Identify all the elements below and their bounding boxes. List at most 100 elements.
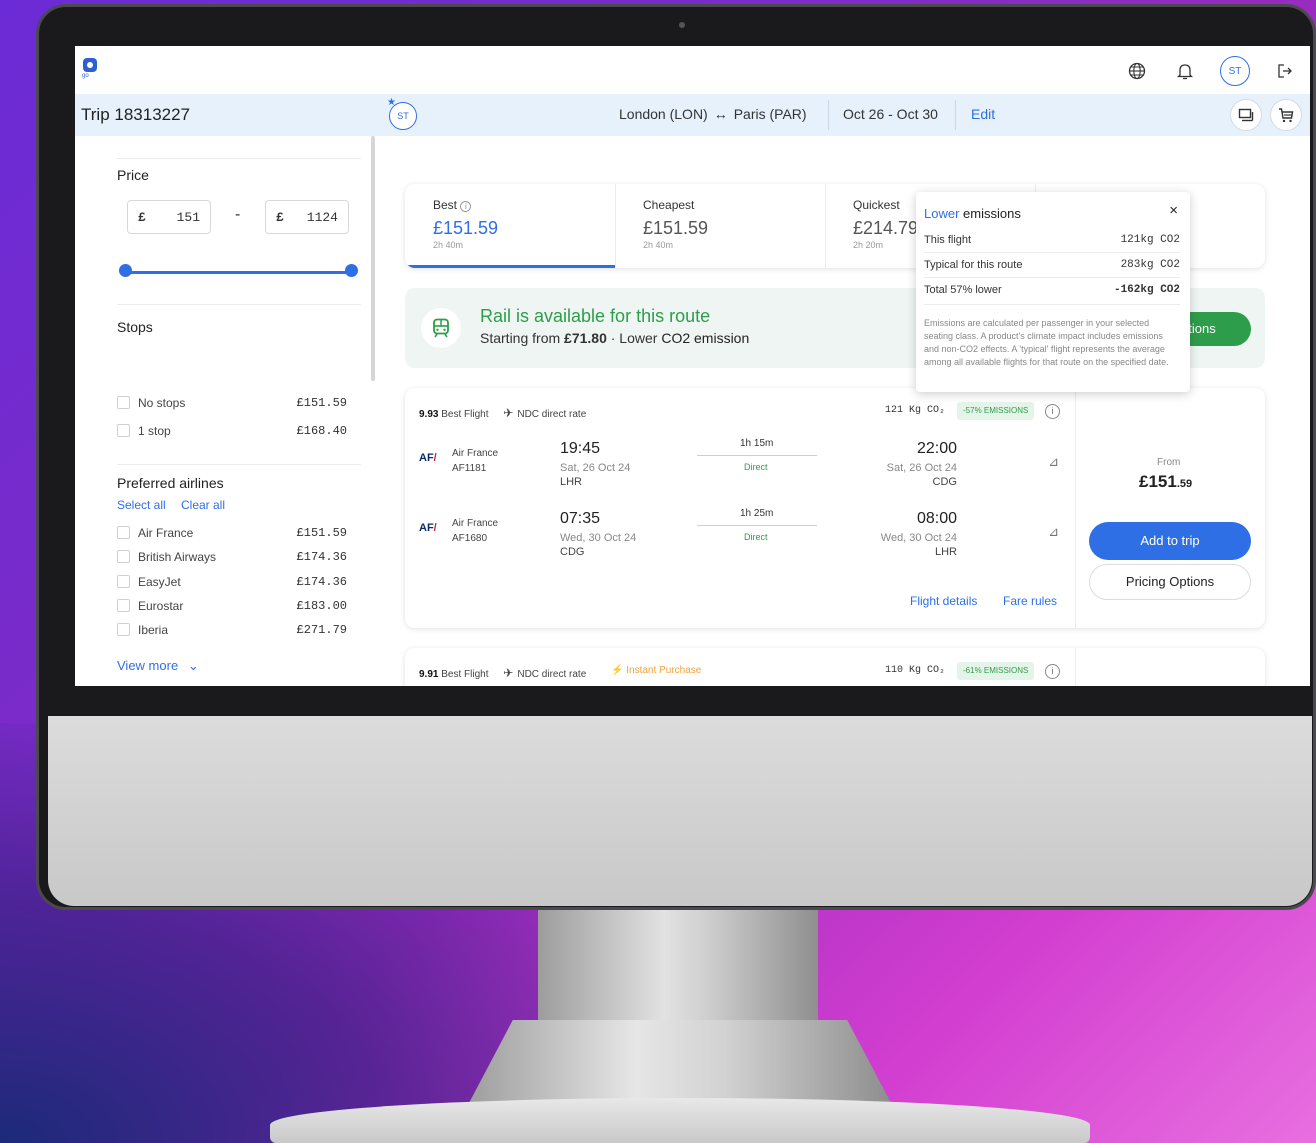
divider <box>117 158 361 159</box>
co2-value: 110 Kg CO₂ <box>885 665 946 676</box>
star-icon: ★ <box>387 97 396 108</box>
airline-option[interactable]: Eurostar £183.00 <box>117 597 347 615</box>
close-icon[interactable]: × <box>1169 202 1178 219</box>
from-label: From <box>1157 457 1181 468</box>
airline-info: Air France AF1181 <box>452 446 498 476</box>
price-slider-max-handle[interactable] <box>345 264 358 277</box>
price-slider-track[interactable] <box>125 271 353 274</box>
price-slider-min-handle[interactable] <box>119 264 132 277</box>
add-to-trip-button[interactable]: Add to trip <box>1089 522 1251 560</box>
trip-avatar-initials: ST <box>397 111 409 121</box>
tooltip-title: Lower emissions <box>924 206 1021 221</box>
checkbox[interactable] <box>117 574 130 588</box>
option-price: £271.79 <box>296 623 347 638</box>
departure-airport: CDG <box>560 546 585 558</box>
airline-option[interactable]: Air France £151.59 <box>117 524 347 542</box>
flight-segment: AF/ Air France AF1680 07:35 Wed, 30 Oct 2… <box>405 500 1075 570</box>
departure-time: 19:45 <box>560 440 601 457</box>
tab-cheapest[interactable]: Cheapest £151.59 2h 40m <box>615 184 825 268</box>
divider <box>1075 648 1076 686</box>
airline-option[interactable]: British Airways £174.36 <box>117 548 347 566</box>
option-label: Iberia <box>138 623 169 638</box>
flight-number: AF1680 <box>452 533 488 544</box>
departure-airport: LHR <box>560 476 583 488</box>
tab-duration: 2h 40m <box>433 240 464 250</box>
trip-dates: Oct 26 - Oct 30 <box>843 106 938 122</box>
view-more-link[interactable]: View more ⌄ <box>117 658 199 674</box>
tab-label: Quickest <box>853 198 900 212</box>
checkbox[interactable] <box>117 396 130 409</box>
row-label: This flight <box>924 234 972 246</box>
co2-value: 121 Kg CO₂ <box>885 405 946 416</box>
price-min-value: 151 <box>176 210 200 225</box>
currency-symbol: £ <box>276 210 284 225</box>
flight-duration: 1h 15m <box>740 438 774 449</box>
sidebar-scrollbar[interactable] <box>371 136 375 381</box>
app-logo[interactable]: go <box>81 58 99 80</box>
flight-details-link[interactable]: Flight details <box>910 594 977 608</box>
trip-bar: Trip 18313227 ★ ST London (LON) ↔ Paris (P… <box>75 94 1310 136</box>
info-icon[interactable]: i <box>1045 404 1060 419</box>
logout-icon[interactable] <box>1272 58 1298 84</box>
tooltip-row: Total 57% lower -162kg CO2 <box>924 284 1180 296</box>
price-max-value: 1124 <box>306 210 338 225</box>
instant-purchase-text: Instant Purchase <box>626 665 702 676</box>
airline-option[interactable]: Iberia £271.79 <box>117 621 347 639</box>
row-label: Total 57% lower <box>924 284 1002 296</box>
flight-score-row: 9.91 Best Flight ✈ NDC direct rate <box>419 666 586 680</box>
checkbox[interactable] <box>117 526 130 539</box>
divider <box>924 304 1180 305</box>
checkbox[interactable] <box>117 550 130 564</box>
trip-traveler-avatar[interactable]: ★ ST <box>387 97 417 130</box>
tooltip-row: Typical for this route 283kg CO2 <box>924 259 1180 271</box>
seat-icon[interactable]: ⊿ <box>1048 454 1059 470</box>
cart-icon[interactable] <box>1270 99 1302 131</box>
top-navbar: go ST <box>75 46 1310 94</box>
divider <box>1075 388 1076 628</box>
rate-label: NDC direct rate <box>517 409 587 420</box>
seat-icon[interactable]: ⊿ <box>1048 524 1059 540</box>
checkbox[interactable] <box>117 623 130 637</box>
monitor-stand <box>270 1000 1090 1143</box>
globe-icon[interactable] <box>1124 58 1150 84</box>
price-max-input[interactable]: £ 1124 <box>265 200 349 234</box>
emissions-badge: -61% EMISSIONS <box>957 662 1035 680</box>
price-min-input[interactable]: £ 151 <box>127 200 211 234</box>
route-origin: London (LON) <box>619 106 708 122</box>
pricing-options-button[interactable]: Pricing Options <box>1089 564 1251 600</box>
camera-dot <box>679 22 685 28</box>
chat-icon[interactable] <box>1230 99 1262 131</box>
stops-option[interactable]: 1 stop £168.40 <box>117 422 347 440</box>
row-value: -162kg CO2 <box>1113 284 1180 296</box>
user-avatar[interactable]: ST <box>1220 56 1250 86</box>
edit-trip-link[interactable]: Edit <box>971 106 995 122</box>
rail-subtitle-prefix: Starting from <box>480 330 565 346</box>
select-all-link[interactable]: Select all <box>117 498 166 512</box>
app-screen: go ST Trip 18313227 ★ ST London (LON) ↔ Pa… <box>75 46 1310 686</box>
fare-rules-link[interactable]: Fare rules <box>1003 594 1057 608</box>
checkbox[interactable] <box>117 598 130 612</box>
divider <box>828 100 829 130</box>
info-icon[interactable]: i <box>1045 664 1060 679</box>
option-price: £174.36 <box>296 574 347 589</box>
stops-option[interactable]: No stops £151.59 <box>117 394 347 412</box>
tooltip-note: Emissions are calculated per passenger i… <box>924 318 1169 367</box>
airline-option[interactable]: EasyJet £174.36 <box>117 573 347 591</box>
tooltip-title-rest: emissions <box>959 206 1021 221</box>
checkbox[interactable] <box>117 424 130 437</box>
tab-price: £151.59 <box>433 218 499 238</box>
bell-icon[interactable] <box>1172 58 1198 84</box>
flight-score: 9.93 <box>419 409 439 420</box>
tab-best[interactable]: Best i £151.59 2h 40m <box>405 184 615 268</box>
rail-subtitle-suffix: · Lower <box>606 330 662 346</box>
arrival-airport: CDG <box>932 476 957 488</box>
flight-score-row: 9.93 Best Flight ✈ NDC direct rate <box>419 406 586 420</box>
arrival-time: 22:00 <box>916 440 957 457</box>
arrival-date: Sat, 26 Oct 24 <box>886 462 957 474</box>
train-icon <box>421 308 461 348</box>
plane-icon: ✈ <box>503 666 514 680</box>
duration-line <box>697 525 817 526</box>
stops-label: Direct <box>744 532 768 542</box>
trip-actions <box>1230 99 1302 131</box>
clear-all-link[interactable]: Clear all <box>181 498 225 512</box>
